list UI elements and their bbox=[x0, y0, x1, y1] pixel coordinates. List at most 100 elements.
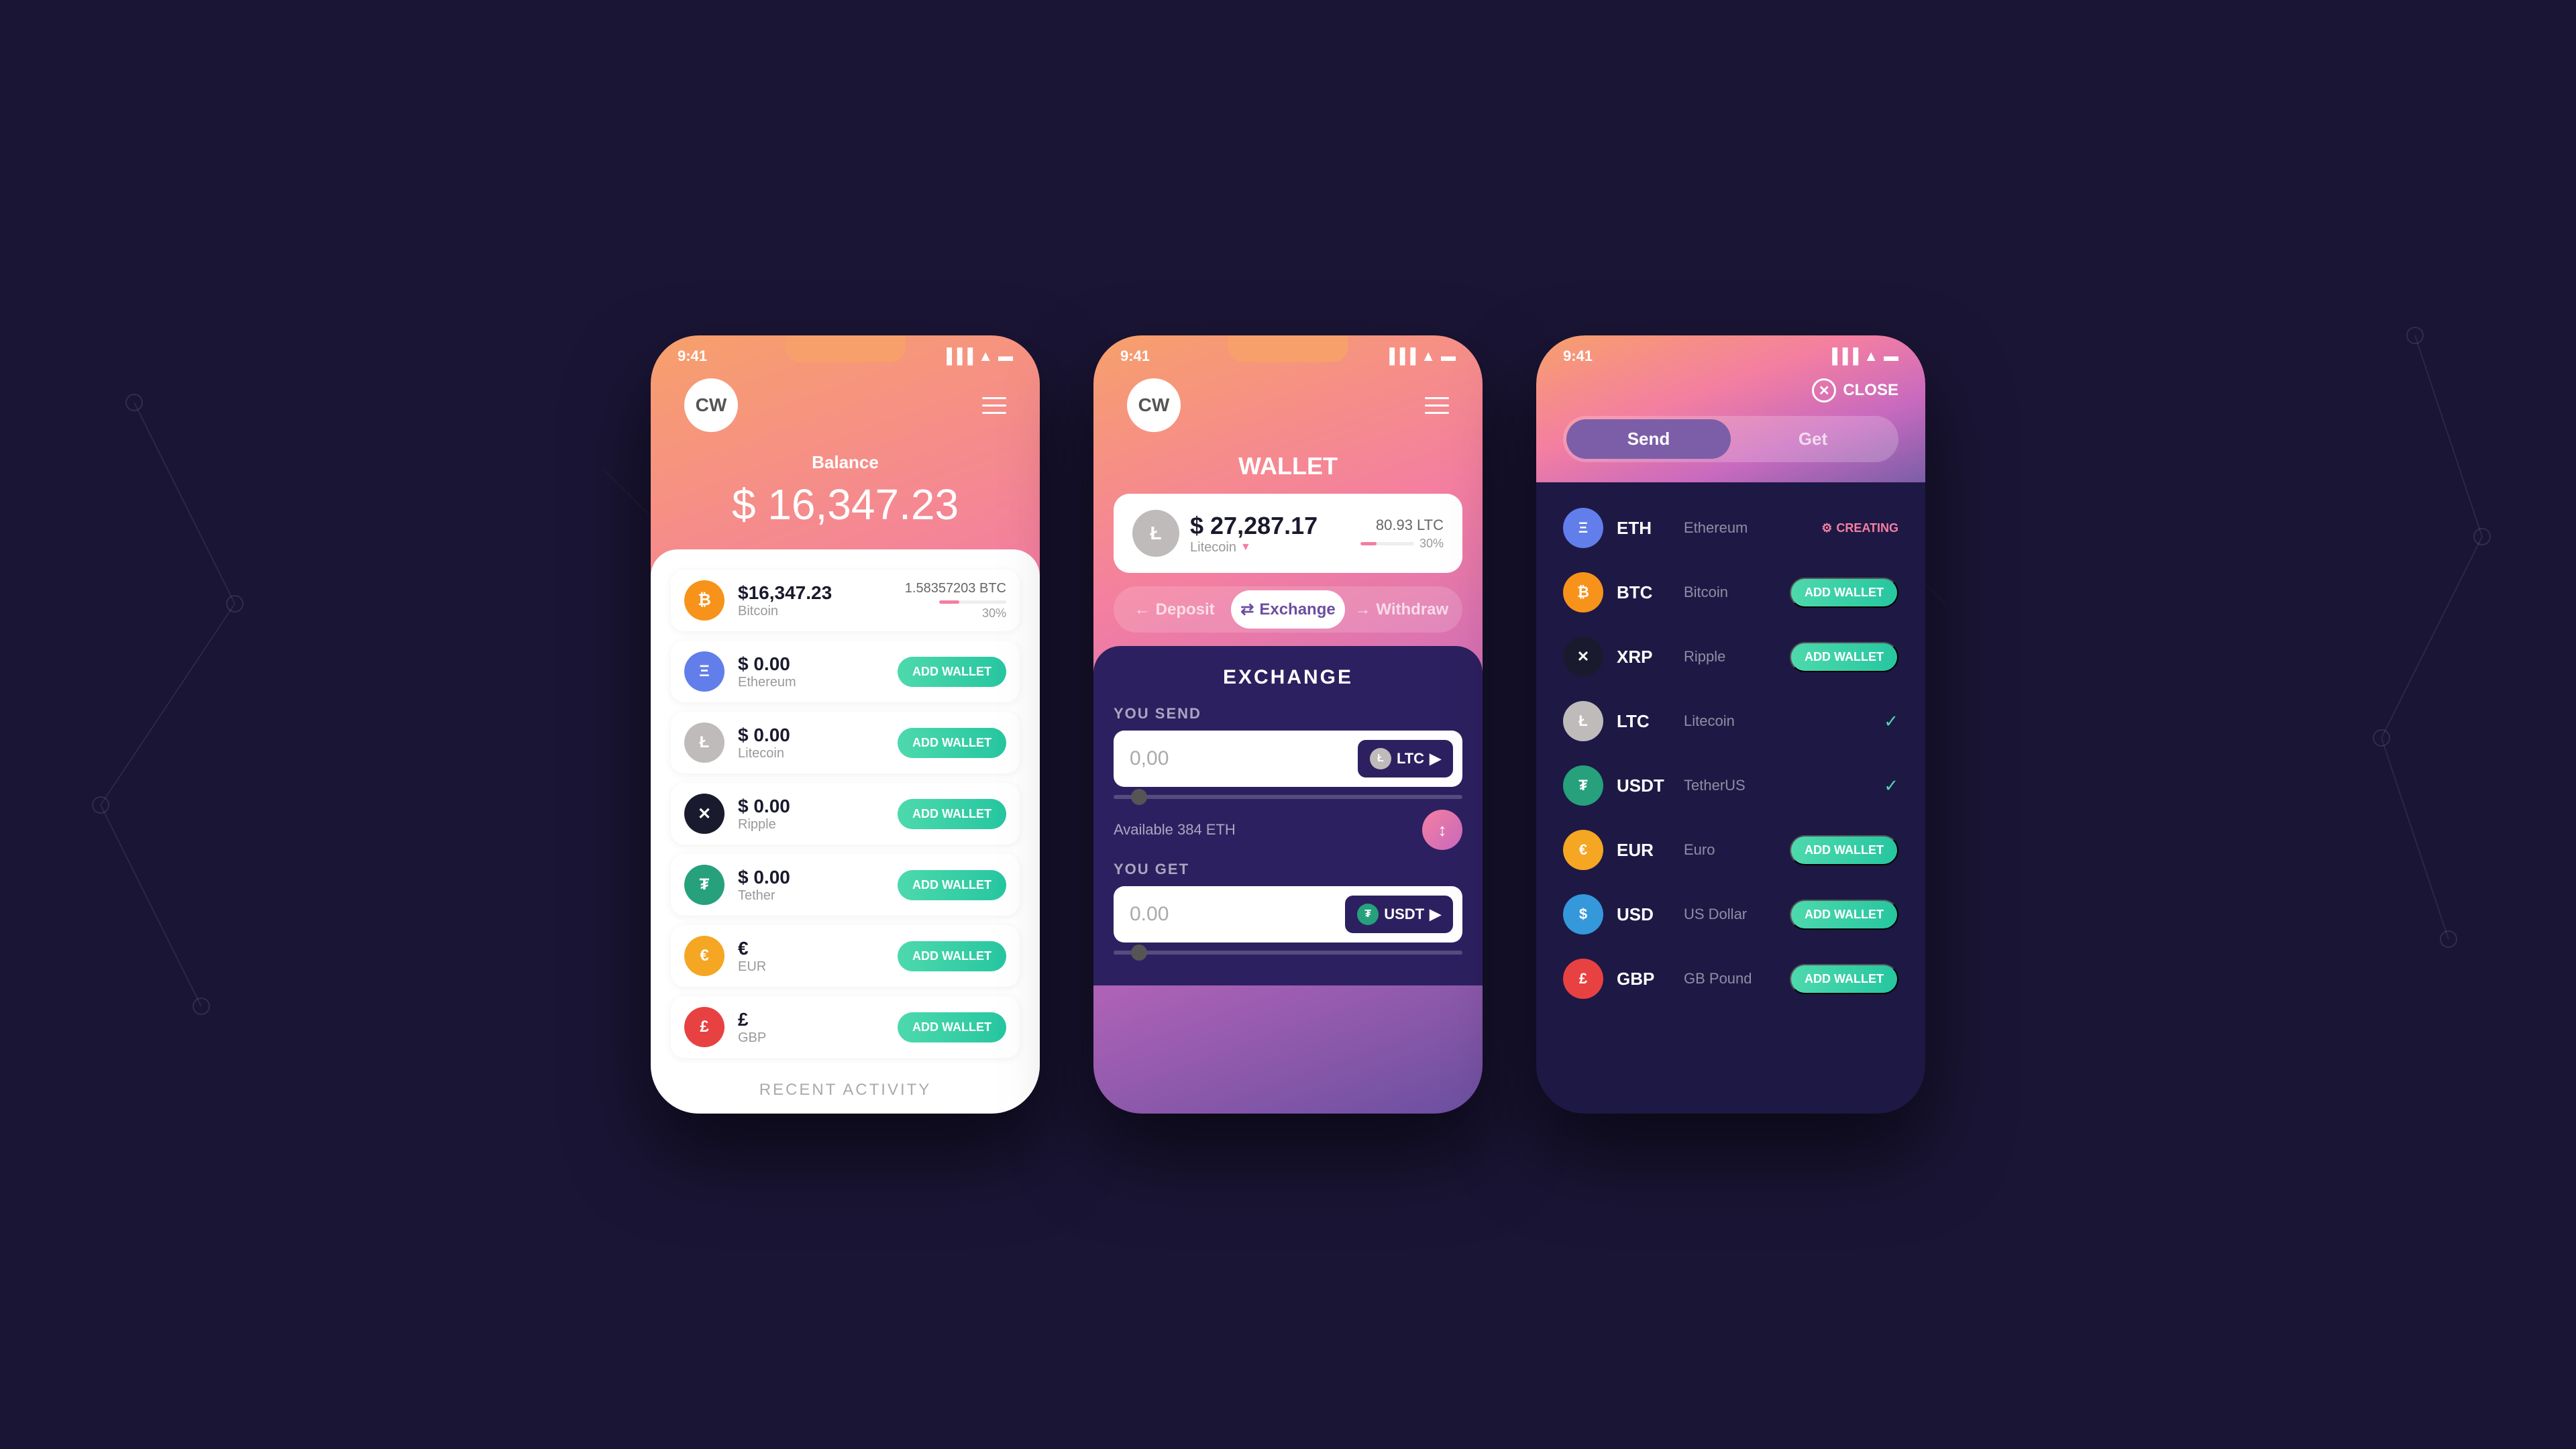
usd-fullname: US Dollar bbox=[1684, 906, 1776, 923]
status-icons-1: ▐▐▐ ▲ ▬ bbox=[941, 347, 1013, 365]
phone-1-header: CW bbox=[651, 365, 1040, 445]
coin-dropdown-arrow: ▶ bbox=[1430, 750, 1441, 767]
ltc-name: Litecoin bbox=[738, 746, 898, 761]
wallet-card-progress: 30% bbox=[1360, 537, 1444, 551]
xrp-fullname: Ripple bbox=[1684, 648, 1776, 665]
crypto-row-usd[interactable]: $ USD US Dollar ADD WALLET bbox=[1536, 882, 1925, 947]
ltc-small-icon: Ł bbox=[1370, 748, 1391, 769]
wallet-item-btc[interactable]: ₿ $16,347.23 Bitcoin 1.58357203 BTC 30% bbox=[671, 570, 1020, 631]
wallet-card-details: $ 27,287.17 Litecoin ▼ bbox=[1190, 512, 1318, 555]
tab-deposit[interactable]: ← Deposit bbox=[1118, 590, 1231, 629]
exchange-title: EXCHANGE bbox=[1114, 666, 1462, 689]
ltc-ticker: LTC bbox=[1617, 711, 1670, 732]
wallet-card-progress-bar bbox=[1360, 542, 1414, 545]
btc-fullname: Bitcoin bbox=[1684, 584, 1776, 601]
add-wallet-xrp-sm-btn[interactable]: ADD WALLET bbox=[1790, 642, 1898, 672]
gbp-info: £ GBP bbox=[738, 1009, 898, 1046]
usdt-ticker: USDT bbox=[1617, 775, 1670, 796]
you-send-label: YOU SEND bbox=[1114, 705, 1462, 722]
crypto-row-usdt[interactable]: ₮ USDT TetherUS ✓ bbox=[1536, 753, 1925, 818]
btc-amount: $16,347.23 bbox=[738, 582, 905, 604]
wallet-item-gbp[interactable]: £ £ GBP ADD WALLET bbox=[671, 996, 1020, 1058]
slider-thumb-send bbox=[1131, 789, 1147, 805]
status-time-1: 9:41 bbox=[678, 347, 707, 365]
send-get-bar: Send Get bbox=[1563, 416, 1898, 462]
crypto-row-btc[interactable]: ₿ BTC Bitcoin ADD WALLET bbox=[1536, 560, 1925, 625]
usdt-small-icon: ₮ bbox=[1357, 904, 1379, 925]
eth-amount: $ 0.00 bbox=[738, 653, 898, 675]
you-get-label: YOU GET bbox=[1114, 861, 1462, 878]
wallet-card-pct: 30% bbox=[1419, 537, 1444, 551]
crypto-row-eur[interactable]: € EUR Euro ADD WALLET bbox=[1536, 818, 1925, 882]
wallet-item-eur[interactable]: € € EUR ADD WALLET bbox=[671, 925, 1020, 987]
wifi-icon: ▲ bbox=[978, 347, 993, 365]
close-circle-icon: ✕ bbox=[1812, 378, 1836, 402]
logo-circle-1[interactable]: CW bbox=[684, 378, 738, 432]
wallet-item-xrp[interactable]: ✕ $ 0.00 Ripple ADD WALLET bbox=[671, 783, 1020, 845]
you-send-coin-btn[interactable]: Ł LTC ▶ bbox=[1358, 740, 1453, 777]
add-wallet-gbp-sm-btn[interactable]: ADD WALLET bbox=[1790, 964, 1898, 994]
add-wallet-eur-btn[interactable]: ADD WALLET bbox=[898, 941, 1006, 971]
wallet-item-ltc[interactable]: Ł $ 0.00 Litecoin ADD WALLET bbox=[671, 712, 1020, 773]
phone-exchange: 9:41 ▐▐▐ ▲ ▬ CW WALLET Ł $ 27,287.17 bbox=[1093, 335, 1483, 1114]
phones-container: 9:41 ▐▐▐ ▲ ▬ CW Balance $ 16,347.23 ₿ bbox=[651, 335, 1925, 1114]
eur-name: EUR bbox=[738, 959, 898, 975]
get-tab[interactable]: Get bbox=[1731, 419, 1895, 459]
exchange-body: EXCHANGE YOU SEND 0,00 Ł LTC ▶ Available… bbox=[1093, 646, 1483, 985]
tab-withdraw[interactable]: → Withdraw bbox=[1345, 590, 1458, 629]
eur-amount: € bbox=[738, 938, 898, 959]
logo-circle-2[interactable]: CW bbox=[1127, 378, 1181, 432]
crypto-row-gbp[interactable]: £ GBP GB Pound ADD WALLET bbox=[1536, 947, 1925, 1011]
usdt-name: Tether bbox=[738, 888, 898, 904]
usdt-fullname: TetherUS bbox=[1684, 777, 1870, 794]
btc-right: 1.58357203 BTC 30% bbox=[905, 581, 1006, 621]
menu-button-1[interactable] bbox=[982, 397, 1006, 414]
btc-info: $16,347.23 Bitcoin bbox=[738, 582, 905, 619]
phone-2-header: CW bbox=[1093, 365, 1483, 445]
you-send-slider[interactable] bbox=[1114, 795, 1462, 799]
swap-button[interactable]: ↕ bbox=[1422, 810, 1462, 850]
add-wallet-usd-sm-btn[interactable]: ADD WALLET bbox=[1790, 900, 1898, 930]
exchange-icon: ⇄ bbox=[1240, 600, 1254, 619]
add-wallet-xrp-btn[interactable]: ADD WALLET bbox=[898, 799, 1006, 829]
wallet-card[interactable]: Ł $ 27,287.17 Litecoin ▼ 80.93 LTC 30% bbox=[1114, 494, 1462, 573]
add-wallet-btc-sm-btn[interactable]: ADD WALLET bbox=[1790, 578, 1898, 608]
you-get-value[interactable]: 0.00 bbox=[1130, 903, 1345, 926]
wallet-card-right: 80.93 LTC 30% bbox=[1360, 517, 1444, 551]
btc-progress-track bbox=[939, 600, 1006, 604]
wallet-item-eth[interactable]: Ξ $ 0.00 Ethereum ADD WALLET bbox=[671, 641, 1020, 702]
you-get-coin-btn[interactable]: ₮ USDT ▶ bbox=[1345, 896, 1453, 933]
add-wallet-gbp-btn[interactable]: ADD WALLET bbox=[898, 1012, 1006, 1042]
slider-track-send bbox=[1114, 795, 1462, 799]
add-wallet-eur-sm-btn[interactable]: ADD WALLET bbox=[1790, 835, 1898, 865]
wallet-card-amount: $ 27,287.17 bbox=[1190, 512, 1318, 540]
menu-button-2[interactable] bbox=[1425, 397, 1449, 414]
tab-bar: ← Deposit ⇄ Exchange → Withdraw bbox=[1114, 586, 1462, 633]
wallet-item-usdt[interactable]: ₮ $ 0.00 Tether ADD WALLET bbox=[671, 854, 1020, 916]
btc-percent: 30% bbox=[982, 606, 1006, 621]
status-icons-2: ▐▐▐ ▲ ▬ bbox=[1384, 347, 1456, 365]
withdraw-icon: → bbox=[1354, 600, 1371, 619]
add-wallet-eth-btn[interactable]: ADD WALLET bbox=[898, 657, 1006, 687]
add-wallet-ltc-btn[interactable]: ADD WALLET bbox=[898, 728, 1006, 758]
eur-info: € EUR bbox=[738, 938, 898, 975]
exchange-available-row: Available 384 ETH ↕ bbox=[1114, 810, 1462, 850]
status-icons-3: ▐▐▐ ▲ ▬ bbox=[1827, 347, 1898, 365]
signal-icon-2: ▐▐▐ bbox=[1384, 347, 1415, 365]
close-button[interactable]: ✕ CLOSE bbox=[1812, 378, 1898, 402]
you-send-value[interactable]: 0,00 bbox=[1130, 747, 1358, 770]
you-get-slider[interactable] bbox=[1114, 951, 1462, 955]
usdt-icon: ₮ bbox=[684, 865, 724, 905]
crypto-row-eth[interactable]: Ξ ETH Ethereum ⚙ CREATING bbox=[1536, 496, 1925, 560]
crypto-row-ltc[interactable]: Ł LTC Litecoin ✓ bbox=[1536, 689, 1925, 753]
close-row: ✕ CLOSE bbox=[1536, 365, 1925, 409]
gbp-fullname: GB Pound bbox=[1684, 970, 1776, 987]
usd-ticker: USD bbox=[1617, 904, 1670, 925]
ltc-icon-sm: Ł bbox=[1563, 701, 1603, 741]
xrp-icon: ✕ bbox=[684, 794, 724, 834]
send-tab[interactable]: Send bbox=[1566, 419, 1731, 459]
add-wallet-usdt-btn[interactable]: ADD WALLET bbox=[898, 870, 1006, 900]
crypto-row-xrp[interactable]: ✕ XRP Ripple ADD WALLET bbox=[1536, 625, 1925, 689]
status-bar-3: 9:41 ▐▐▐ ▲ ▬ bbox=[1536, 335, 1925, 365]
tab-exchange[interactable]: ⇄ Exchange bbox=[1231, 590, 1344, 629]
